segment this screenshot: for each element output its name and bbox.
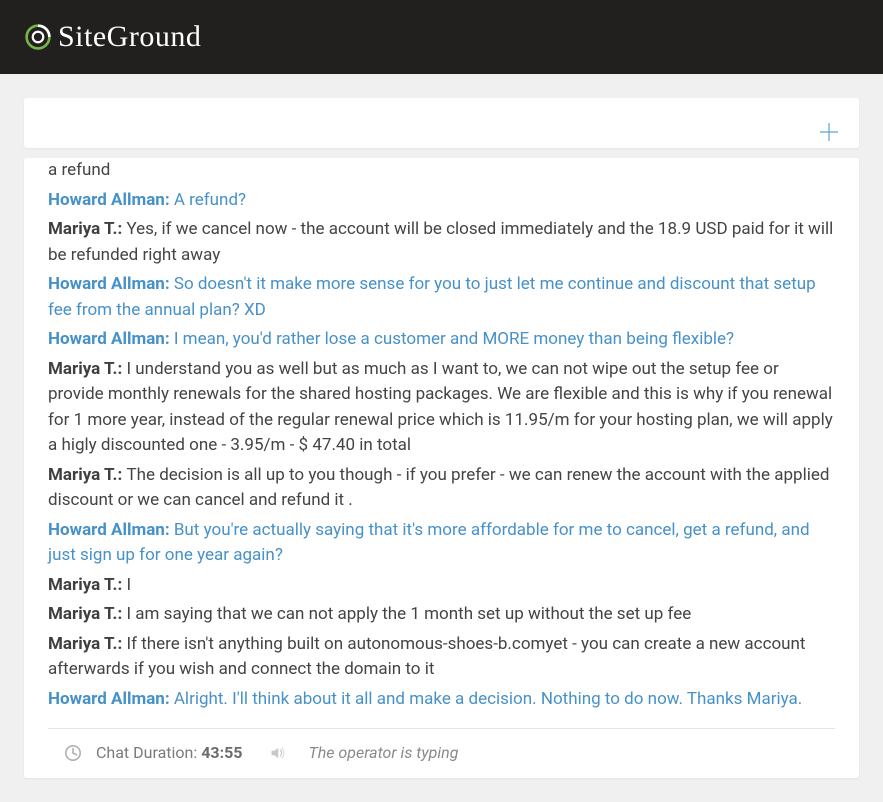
clock-icon — [64, 744, 82, 762]
status-bar: Chat Duration: 43:55 The operator is typ… — [24, 729, 859, 778]
message-text: I — [126, 575, 131, 595]
chat-message: Howard Allman: I mean, you'd rather lose… — [48, 327, 835, 353]
chat-message: Howard Allman: A refund? — [48, 188, 835, 214]
message-sender: Mariya T.: — [48, 575, 126, 595]
chat-panel: Howard Allman: Can you guide me on cance… — [24, 158, 859, 778]
chat-message: Mariya T.: The decision is all up to you… — [48, 463, 835, 514]
message-sender: Howard Allman: — [48, 274, 174, 294]
message-text: The decision is all up to you though - i… — [48, 465, 829, 511]
message-sender: Mariya T.: — [48, 359, 126, 379]
chat-message: Howard Allman: Alright. I'll think about… — [48, 687, 835, 713]
message-text: Alright. I'll think about it all and mak… — [174, 689, 802, 709]
message-sender: Mariya T.: — [48, 604, 126, 624]
chat-duration: Chat Duration: 43:55 — [96, 743, 242, 762]
brand-logo: SiteGround — [24, 20, 201, 54]
message-text: I understand you as well but as much as … — [48, 359, 833, 456]
typing-indicator: The operator is typing — [308, 743, 458, 762]
message-text: I am saying that we can not apply the 1 … — [126, 604, 691, 624]
plus-icon[interactable] — [819, 122, 839, 142]
duration-label: Chat Duration: — [96, 743, 201, 762]
content-area: Howard Allman: Can you guide me on cance… — [0, 74, 883, 802]
chat-transcript[interactable]: Howard Allman: Can you guide me on cance… — [24, 158, 859, 728]
sound-toggle[interactable] — [270, 744, 288, 762]
message-text: I mean, you'd rather lose a customer and… — [174, 329, 734, 349]
top-panel — [24, 98, 859, 148]
speaker-icon — [270, 744, 288, 762]
chat-message: Mariya T.: I am sorry to hear that you w… — [48, 158, 835, 184]
message-sender: Howard Allman: — [48, 190, 174, 210]
app-header: SiteGround — [0, 0, 883, 74]
chat-message: Howard Allman: So doesn't it make more s… — [48, 272, 835, 323]
siteground-logo-icon — [24, 23, 52, 51]
chat-message: Howard Allman: But you're actually sayin… — [48, 518, 835, 569]
message-sender: Howard Allman: — [48, 689, 174, 709]
message-text: I am sorry to hear that you want to canc… — [48, 158, 824, 180]
message-sender: Mariya T.: — [48, 634, 126, 654]
chat-message: Mariya T.: I am saying that we can not a… — [48, 602, 835, 628]
message-text: If there isn't anything built on autonom… — [48, 634, 806, 680]
chat-message: Mariya T.: I understand you as well but … — [48, 357, 835, 459]
message-text: Yes, if we cancel now - the account will… — [48, 219, 833, 265]
brand-name: SiteGround — [58, 20, 201, 54]
message-sender: Howard Allman: — [48, 329, 174, 349]
chat-message: Mariya T.: If there isn't anything built… — [48, 632, 835, 683]
chat-message: Mariya T.: Yes, if we cancel now - the a… — [48, 217, 835, 268]
chat-message: Mariya T.: I — [48, 573, 835, 599]
duration-value: 43:55 — [201, 743, 242, 762]
message-sender: Mariya T.: — [48, 465, 126, 485]
message-text: A refund? — [174, 190, 246, 210]
message-sender: Mariya T.: — [48, 219, 126, 239]
message-sender: Howard Allman: — [48, 520, 174, 540]
